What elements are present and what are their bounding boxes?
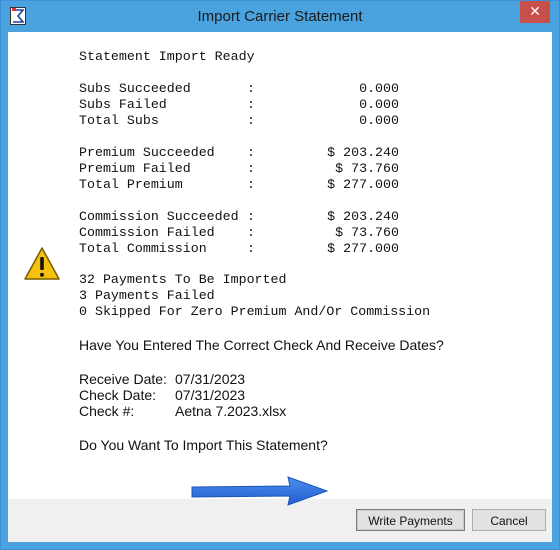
report-row-colon: : <box>247 225 255 240</box>
report-row-label: Total Subs <box>79 113 159 128</box>
report-row-colon: : <box>247 97 255 112</box>
report-row-label: Premium Failed <box>79 161 191 176</box>
report-row-value: $ 277.000 <box>327 241 399 256</box>
report-row-value: 0.000 <box>359 97 399 112</box>
dates-question: Have You Entered The Correct Check And R… <box>79 337 444 353</box>
report-row-colon: : <box>247 145 255 160</box>
blue-arrow-annotation <box>191 476 329 506</box>
report-row-value: 0.000 <box>359 81 399 96</box>
dialog-window: Import Carrier Statement ✕ Statement Imp… <box>0 0 560 550</box>
report-row-value: $ 203.240 <box>327 145 399 160</box>
check-number-label: Check #: <box>79 403 135 419</box>
report-row-colon: : <box>247 113 255 128</box>
summary-line: 0 Skipped For Zero Premium And/Or Commis… <box>79 304 431 319</box>
report-heading: Statement Import Ready <box>79 49 255 64</box>
report-row-value: $ 277.000 <box>327 177 399 192</box>
report-row-colon: : <box>247 81 255 96</box>
report-row-label: Subs Succeeded <box>79 81 191 96</box>
check-date-value: 07/31/2023 <box>175 387 246 403</box>
warning-icon <box>24 247 60 280</box>
receive-date-label: Receive Date: <box>79 371 167 387</box>
report-row-value: 0.000 <box>359 113 399 128</box>
report-row-colon: : <box>247 177 255 192</box>
report-row-label: Commission Failed <box>79 225 215 240</box>
summary-line: 3 Payments Failed <box>79 288 215 303</box>
check-date-label: Check Date: <box>79 387 157 403</box>
summary-line: 32 Payments To Be Imported <box>79 272 287 287</box>
cancel-button[interactable]: Cancel <box>472 509 546 531</box>
report-row-colon: : <box>247 241 255 256</box>
report-row-label: Total Commission <box>79 241 207 256</box>
title-bar[interactable]: Import Carrier Statement ✕ <box>1 1 559 32</box>
report-row-value: $ 73.760 <box>335 225 399 240</box>
receive-date-value: 07/31/2023 <box>175 371 246 387</box>
report-row-label: Commission Succeeded <box>79 209 239 224</box>
report-row-label: Subs Failed <box>79 97 167 112</box>
write-payments-button[interactable]: Write Payments <box>356 509 465 531</box>
report-row-colon: : <box>247 209 255 224</box>
window-title: Import Carrier Statement <box>197 8 363 25</box>
report-row-colon: : <box>247 161 255 176</box>
report-row-value: $ 203.240 <box>327 209 399 224</box>
check-number-value: Aetna 7.2023.xlsx <box>175 403 287 419</box>
dialog-body: Statement Import Ready Subs Succeeded: 0.… <box>8 32 552 542</box>
import-question: Do You Want To Import This Statement? <box>79 437 328 453</box>
report-row-value: $ 73.760 <box>335 161 399 176</box>
report-row-label: Total Premium <box>79 177 183 192</box>
report-row-label: Premium Succeeded <box>79 145 215 160</box>
close-button[interactable]: ✕ <box>520 1 550 23</box>
